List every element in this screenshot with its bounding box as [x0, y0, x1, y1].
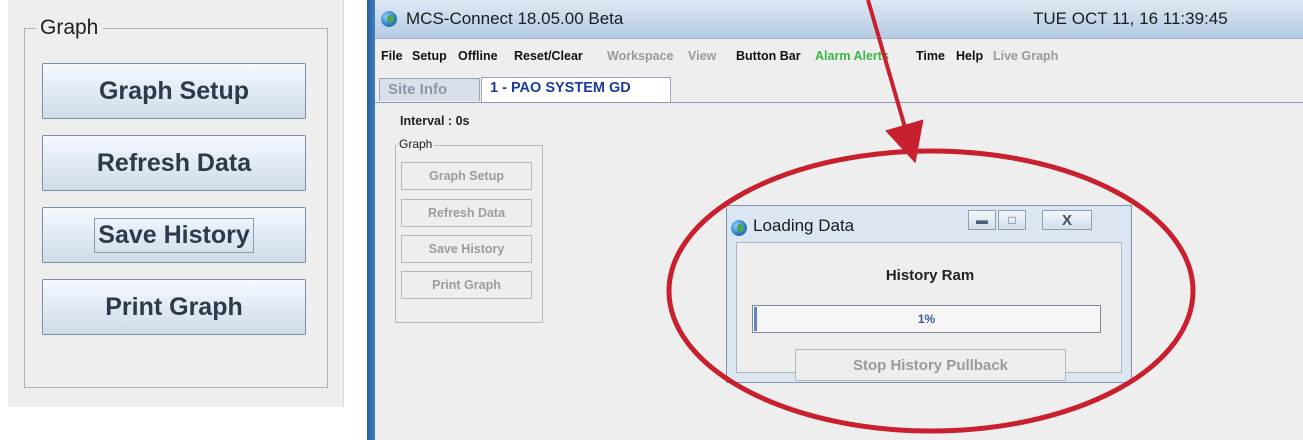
dialog-title: Loading Data: [753, 216, 855, 235]
interval-label: Interval : 0s: [400, 114, 470, 128]
graph-setup-button[interactable]: Graph Setup: [401, 162, 532, 190]
button-label: Save History: [94, 217, 254, 253]
loading-data-dialog: Loading Data ▬ □ X History Ram 1% Stop H…: [726, 205, 1132, 383]
progress-bar: 1%: [752, 305, 1101, 333]
zoomed-refresh-data-button[interactable]: Refresh Data: [42, 135, 306, 191]
tab-site-info[interactable]: Site Info: [379, 78, 480, 101]
menu-reset-clear[interactable]: Reset/Clear: [514, 49, 583, 63]
progress-text: 1%: [917, 312, 936, 326]
window-frame-left: [367, 0, 375, 440]
stop-history-pullback-button[interactable]: Stop History Pullback: [795, 349, 1066, 381]
dialog-body: History Ram 1% Stop History Pullback: [736, 242, 1122, 381]
menu-setup[interactable]: Setup: [412, 49, 447, 63]
graph-group-label: Graph: [397, 137, 435, 151]
window-titlebar[interactable]: MCS-Connect 18.05.00 Beta TUE OCT 11, 16…: [367, 0, 1303, 39]
globe-icon: [381, 11, 397, 27]
menu-view[interactable]: View: [688, 49, 716, 63]
zoomed-save-history-button[interactable]: Save History: [42, 207, 306, 263]
zoomed-print-graph-button[interactable]: Print Graph: [42, 279, 306, 335]
menu-alarm-alerts[interactable]: Alarm Alerts: [815, 49, 889, 63]
mcs-connect-window: MCS-Connect 18.05.00 Beta TUE OCT 11, 16…: [367, 0, 1303, 440]
tab-pao-system-gd[interactable]: 1 - PAO SYSTEM GD: [481, 77, 671, 102]
clock: TUE OCT 11, 16 11:39:45: [1033, 9, 1228, 28]
minimize-icon[interactable]: ▬: [968, 210, 996, 230]
button-label: Print Graph: [105, 292, 243, 321]
refresh-data-button[interactable]: Refresh Data: [401, 199, 532, 227]
menu-button-bar[interactable]: Button Bar: [736, 49, 801, 63]
menu-workspace[interactable]: Workspace: [607, 49, 673, 63]
zoomed-graph-panel: Graph Graph Setup Refresh Data Save Hist…: [8, 0, 344, 407]
menu-help[interactable]: Help: [956, 49, 983, 63]
save-history-button[interactable]: Save History: [401, 235, 532, 263]
dialog-heading: History Ram: [885, 267, 975, 284]
menu-file[interactable]: File: [381, 49, 403, 63]
zoomed-graph-group-label: Graph: [36, 16, 103, 40]
window-title: MCS-Connect 18.05.00 Beta: [406, 9, 624, 28]
button-label: Graph Setup: [98, 76, 249, 105]
menu-offline[interactable]: Offline: [458, 49, 498, 63]
zoomed-graph-setup-button[interactable]: Graph Setup: [42, 63, 306, 119]
close-icon[interactable]: X: [1042, 210, 1092, 230]
menu-time[interactable]: Time: [916, 49, 945, 63]
dialog-window-controls: ▬ □ X: [968, 210, 1094, 230]
menu-live-graph[interactable]: Live Graph: [993, 49, 1058, 63]
button-label: Refresh Data: [96, 148, 252, 177]
tab-strip: Site Info 1 - PAO SYSTEM GD: [375, 76, 1303, 103]
menu-bar: File Setup Offline Reset/Clear Workspace…: [375, 44, 1303, 70]
print-graph-button[interactable]: Print Graph: [401, 271, 532, 299]
maximize-icon[interactable]: □: [998, 210, 1026, 230]
globe-icon: [731, 220, 747, 236]
